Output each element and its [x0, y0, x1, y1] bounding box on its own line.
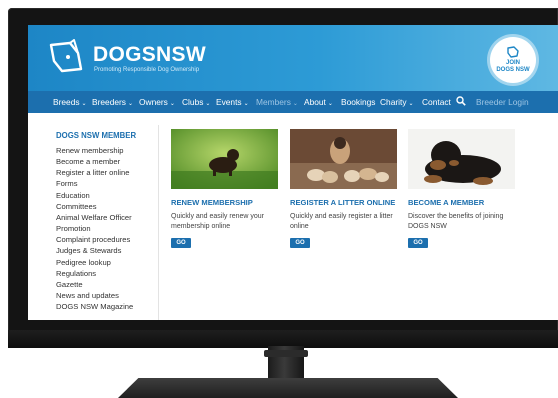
card-title[interactable]: BECOME A MEMBER: [408, 198, 518, 207]
puppy-in-grass-photo[interactable]: [171, 129, 278, 189]
nav-item-label: Events: [216, 97, 242, 107]
nav-item-clubs[interactable]: Clubs ⌄: [182, 97, 210, 107]
card-become-member: BECOME A MEMBER Discover the benefits of…: [408, 129, 518, 249]
renew-membership-go-button[interactable]: GO: [171, 238, 191, 248]
monitor-stand-ring: [264, 350, 308, 357]
chevron-down-icon: ⌄: [127, 101, 134, 107]
nav-item-label: Members: [256, 97, 291, 107]
nav-item-about[interactable]: About ⌄: [304, 97, 333, 107]
join-badge-line1: JOIN: [505, 60, 520, 66]
become-member-go-button[interactable]: GO: [408, 238, 428, 248]
card-title[interactable]: RENEW MEMBERSHIP: [171, 198, 281, 207]
join-badge-line2: DOGS NSW: [496, 67, 530, 73]
breeder-login-link[interactable]: Breeder Login: [476, 97, 529, 107]
brand-tagline: Promoting Responsible Dog Ownership: [94, 67, 200, 73]
chevron-down-icon: ⌄: [81, 101, 87, 107]
dogs-nsw-logo-icon[interactable]: [48, 39, 88, 77]
nav-item-events[interactable]: Events ⌄: [216, 97, 249, 107]
brand-name[interactable]: DOGSNSW: [93, 43, 206, 67]
nav-item-members[interactable]: Members ⌄: [256, 97, 298, 107]
chevron-down-icon: ⌄: [243, 101, 249, 107]
card-title[interactable]: REGISTER A LITTER ONLINE: [290, 198, 400, 207]
register-litter-go-button[interactable]: GO: [290, 238, 310, 248]
nav-item-label: Owners: [139, 97, 168, 107]
card-description: Quickly and easily register a litter onl…: [290, 213, 393, 230]
sidebar-divider: [158, 125, 159, 320]
card-renew-membership: RENEW MEMBERSHIP Quickly and easily rene…: [171, 129, 281, 249]
nav-item-label: Breeders: [92, 97, 126, 107]
card-description: Quickly and easily renew your membership…: [171, 213, 264, 230]
nav-item-label: Charity: [380, 97, 407, 107]
dog-head-icon: [507, 46, 519, 58]
nav-item-breeds[interactable]: Breeds ⌄: [53, 97, 87, 107]
nav-item-label: Clubs: [182, 97, 204, 107]
chevron-down-icon: ⌄: [408, 101, 414, 107]
nav-item-contact[interactable]: Contact: [422, 97, 451, 107]
brand-name-dogs: DOGS: [93, 43, 157, 66]
nav-item-bookings[interactable]: Bookings: [341, 97, 375, 107]
website-screen: DOGSNSW Promoting Responsible Dog Owners…: [28, 25, 558, 320]
join-dogs-nsw-badge[interactable]: JOIN DOGS NSW: [490, 37, 536, 83]
nav-item-label: About: [304, 97, 326, 107]
chevron-down-icon: ⌄: [169, 101, 175, 107]
rottweiler-puppy-photo[interactable]: [408, 129, 515, 189]
chevron-down-icon: ⌄: [205, 101, 211, 107]
card-register-litter: REGISTER A LITTER ONLINE Quickly and eas…: [290, 129, 400, 249]
search-icon[interactable]: [456, 96, 466, 106]
nav-item-owners[interactable]: Owners ⌄: [139, 97, 175, 107]
nav-item-label: Bookings: [341, 97, 376, 107]
brand-name-nsw: NSW: [156, 43, 206, 66]
nav-item-label: Contact: [422, 97, 451, 107]
header-banner: DOGSNSW Promoting Responsible Dog Owners…: [28, 25, 558, 91]
card-description: Discover the benefits of joining DOGS NS…: [408, 213, 504, 230]
nav-item-charity[interactable]: Charity ⌄: [380, 97, 414, 107]
chevron-down-icon: ⌄: [292, 101, 298, 107]
monitor-stand-base: [118, 378, 458, 398]
main-nav: Breeds ⌄ Breeders ⌄ Owners ⌄ Clubs ⌄ Events ⌄…: [28, 91, 558, 113]
nav-item-label: Breeds: [53, 97, 80, 107]
nav-item-breeders[interactable]: Breeders ⌄: [92, 97, 133, 107]
puppy-litter-photo[interactable]: [290, 129, 397, 189]
chevron-down-icon: ⌄: [327, 101, 333, 107]
